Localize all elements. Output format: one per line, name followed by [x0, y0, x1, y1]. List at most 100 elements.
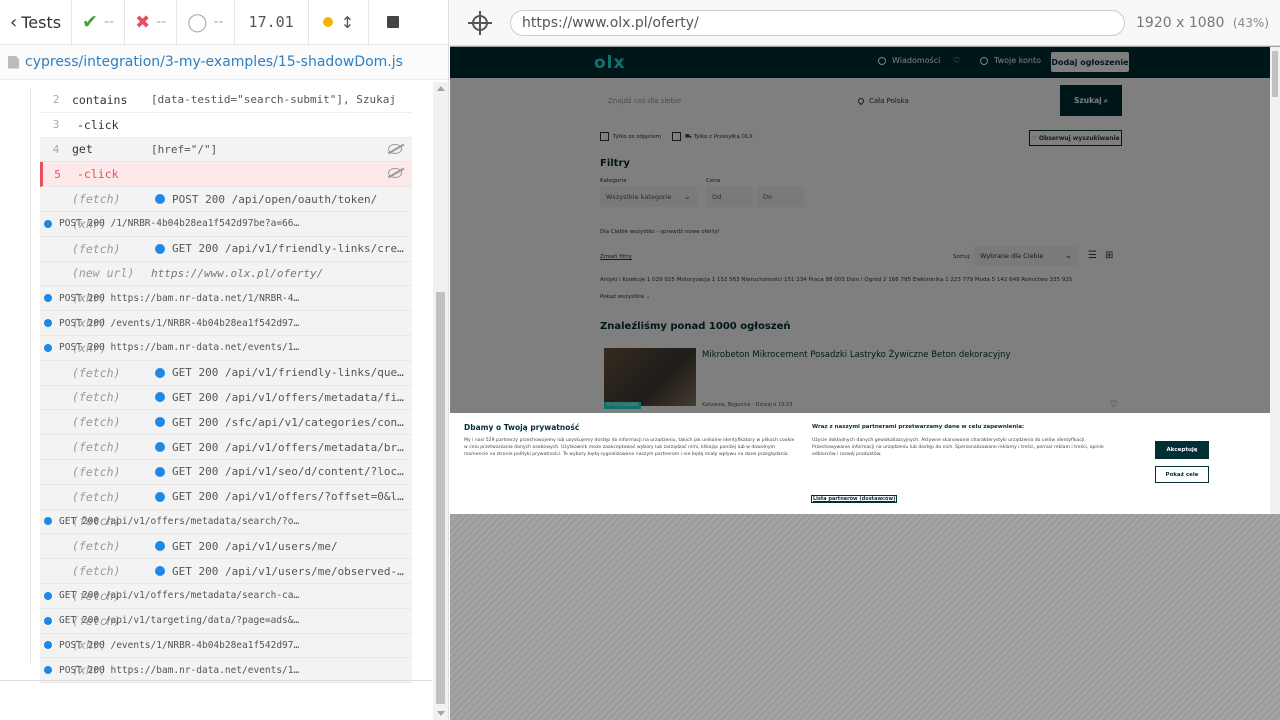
command-message: GET 200 /api/v1/friendly-links/que…: [151, 366, 412, 379]
command-log: 2 contains [data-testid="search-submit"], …: [40, 88, 412, 684]
command-row[interactable]: (fetch) GET 200 /api/v1/offers/metadata/f…: [40, 385, 412, 411]
request-text: POST 200 /api/open/oauth/token/: [172, 192, 378, 206]
hidden-element-eye-icon: [388, 143, 402, 154]
command-row[interactable]: (fetch) POST 200 /api/open/oauth/token/: [40, 187, 412, 212]
request-status-icon: [155, 491, 165, 502]
command-row[interactable]: (xhr) POST 200 /events/1/NRBR-4b04b28ea1f…: [40, 633, 412, 659]
command-number: 2: [52, 93, 60, 107]
viewport-size: 1920 x 1080 (43%): [1136, 15, 1269, 31]
command-row[interactable]: (fetch) GET 200 /api/v1/friendly-links/qu…: [40, 360, 412, 386]
request-text: GET 200 /api/v1/friendly-links/que…: [172, 366, 404, 380]
command-row[interactable]: 3 -click: [40, 112, 412, 138]
command-name: (new url): [72, 266, 135, 281]
command-row[interactable]: (fetch) GET 200 /api/v1/offers/metadata/b…: [40, 435, 412, 460]
request-text: POST 200 https://bam.nr-data.net/1/NRBR-…: [59, 292, 300, 304]
passed-value: --: [103, 14, 115, 30]
aut-scrollbar[interactable]: [1270, 47, 1280, 514]
command-message: POST 200 /api/open/oauth/token/: [151, 193, 412, 206]
request-status-icon: [44, 343, 52, 352]
command-row[interactable]: (xhr) POST 200 https://bam.nr-data.net/ev…: [40, 335, 412, 361]
command-message: [href="/"]: [151, 142, 218, 156]
scrollbar-thumb[interactable]: [1272, 51, 1278, 97]
command-message: POST 200 /1/NRBR-4b04b28ea1f542d97be?a=6…: [40, 218, 305, 229]
command-row[interactable]: 2 contains [data-testid="search-submit"], …: [40, 88, 412, 113]
tests-back-button[interactable]: ‹ Tests: [0, 0, 73, 45]
command-row[interactable]: 4 get [href="/"]: [40, 137, 412, 163]
command-message: POST 200 https://bam.nr-data.net/events/…: [40, 342, 305, 353]
scroll-down-icon[interactable]: [437, 711, 445, 716]
request-status-icon: [44, 319, 52, 328]
tests-label: Tests: [21, 12, 62, 32]
chevron-left-icon: ‹: [10, 11, 18, 33]
request-text: GET 200 /api/v1/offers/metadata/search/?…: [59, 515, 300, 527]
request-status-icon: [155, 442, 165, 453]
command-row-failed[interactable]: 5 -click: [40, 162, 412, 188]
command-row[interactable]: (fetch) GET 200 /api/v1/offers/?offset=0&…: [40, 484, 412, 510]
request-status-icon: [44, 641, 52, 650]
command-message: GET 200 /api/v1/offers/metadata/br…: [151, 441, 412, 454]
status-dot-icon: [322, 17, 333, 27]
failed-icon: ✖: [135, 11, 151, 33]
partners-list-link[interactable]: Lista partnerów (dostawców): [811, 495, 898, 503]
command-message: GET 200 /api/v1/seo/d/content/?loc…: [151, 465, 412, 478]
scroll-up-icon[interactable]: [437, 86, 445, 91]
command-name: get: [72, 142, 93, 157]
pending-value: --: [213, 14, 224, 30]
viewport-dimensions: 1920 x 1080: [1136, 14, 1225, 31]
command-message: GET 200 /api/v1/offers/metadata/fi…: [151, 391, 412, 404]
command-row[interactable]: (fetch) GET 200 /api/v1/users/me/: [40, 534, 412, 560]
request-text: POST 200 /1/NRBR-4b04b28ea1f542d97be?a=6…: [59, 218, 300, 230]
stop-button[interactable]: [369, 0, 417, 45]
command-row[interactable]: (fetch) GET 200 /api/v1/seo/d/content/?lo…: [40, 459, 412, 485]
command-number: 4: [52, 142, 60, 156]
command-name: (fetch): [72, 390, 121, 405]
request-text: POST 200 /events/1/NRBR-4b04b28ea1f542d9…: [59, 639, 300, 651]
cookie-consent-banner: Dbamy o Twoją prywatność My i nasi 529 p…: [450, 413, 1270, 514]
cypress-runner: ‹ Tests ✔ -- ✖ -- ◯ -- 17.01 ↕ cypress/i…: [0, 0, 1280, 720]
command-message: POST 200 https://bam.nr-data.net/1/NRBR-…: [40, 293, 305, 304]
request-status-icon: [44, 666, 52, 675]
request-status-icon: [155, 541, 165, 552]
spec-path-bar[interactable]: cypress/integration/3-my-examples/15-sha…: [0, 45, 448, 80]
command-message: https://www.olx.pl/oferty/: [151, 266, 324, 280]
command-row[interactable]: (xhr) POST 200 https://bam.nr-data.net/1/…: [40, 286, 412, 312]
auto-scroll-toggle[interactable]: ↕: [309, 0, 370, 45]
selector-playground-icon[interactable]: [468, 10, 492, 35]
request-status-icon: [44, 294, 52, 303]
request-text: GET 200 /api/v1/users/me/observed-…: [172, 564, 404, 578]
reporter-scrollbar[interactable]: [433, 82, 448, 720]
request-text: GET 200 /api/v1/seo/d/content/?loc…: [172, 465, 404, 479]
command-row[interactable]: (fetch) GET 200 /api/v1/users/me/observed…: [40, 559, 412, 584]
command-row[interactable]: (fetch) GET 200 /api/v1/offers/metadata/s…: [40, 583, 412, 609]
command-row[interactable]: (new url) https://www.olx.pl/oferty/: [40, 261, 412, 287]
command-name: (fetch): [72, 464, 121, 479]
consent-text: My i nasi 529 partnerzy przechowujemy lu…: [464, 438, 795, 458]
scroll-arrows-icon: ↕: [340, 12, 355, 32]
reporter-panel: ‹ Tests ✔ -- ✖ -- ◯ -- 17.01 ↕ cypress/i…: [0, 0, 449, 720]
command-message: GET 200 /sfc/api/v1/categories/con…: [151, 416, 412, 429]
spec-path[interactable]: cypress/integration/3-my-examples/15-sha…: [25, 54, 403, 70]
request-status-icon: [44, 219, 52, 228]
command-row[interactable]: (xhr) POST 200 /1/NRBR-4b04b28ea1f542d97b…: [40, 211, 412, 237]
scrollbar-thumb[interactable]: [436, 292, 445, 704]
command-name: (fetch): [72, 192, 121, 207]
consent-title: Dbamy o Twoją prywatność: [464, 423, 580, 432]
command-message: GET 200 /api/v1/users/me/: [151, 540, 412, 553]
command-row[interactable]: (fetch) GET 200 /api/v1/targeting/data/?p…: [40, 608, 412, 634]
command-message: POST 200 /events/1/NRBR-4b04b28ea1f542d9…: [40, 640, 305, 651]
request-text: GET 200 /api/v1/offers/?offset=0&l…: [172, 490, 404, 504]
command-message: [data-testid="search-submit"], Szukaj: [151, 93, 397, 107]
request-text: GET 200 /api/v1/targeting/data/?page=ads…: [59, 615, 300, 627]
command-row[interactable]: (fetch) GET 200 /api/v1/offers/metadata/s…: [40, 509, 412, 535]
command-row[interactable]: (fetch) GET 200 /api/v1/friendly-links/cr…: [40, 236, 412, 262]
command-message: GET 200 /api/v1/offers/metadata/search/?…: [40, 516, 305, 527]
file-icon: [8, 55, 19, 69]
command-row[interactable]: (fetch) GET 200 /sfc/api/v1/categories/co…: [40, 410, 412, 436]
command-message: GET 200 /api/v1/offers/metadata/search-c…: [40, 590, 305, 601]
failed-value: --: [156, 14, 167, 30]
command-row[interactable]: (xhr) POST 200 /events/1/NRBR-4b04b28ea1f…: [40, 311, 412, 336]
show-purposes-button[interactable]: Pokaż cele: [1155, 466, 1209, 483]
aut-url[interactable]: https://www.olx.pl/oferty/: [510, 9, 1125, 36]
request-text: POST 200 https://bam.nr-data.net/events/…: [59, 664, 300, 676]
accept-cookies-button[interactable]: Akceptuję: [1155, 441, 1209, 459]
